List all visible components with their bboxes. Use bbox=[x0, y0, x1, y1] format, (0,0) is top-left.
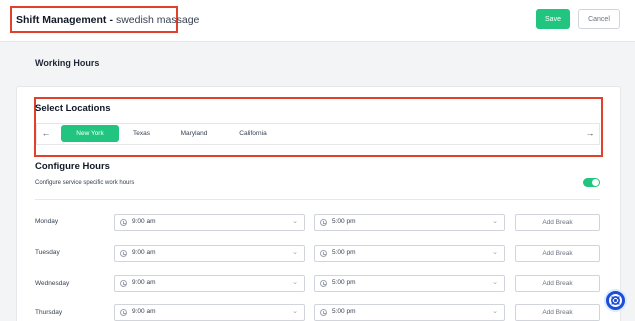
page-title-separator: - bbox=[109, 13, 113, 26]
start-time-value: 9:00 am bbox=[132, 249, 156, 256]
add-break-button-tuesday[interactable]: Add Break bbox=[515, 245, 600, 262]
day-label-wednesday: Wednesday bbox=[35, 280, 70, 287]
end-time-select-wednesday[interactable]: 5:00 pm ⌄ bbox=[314, 275, 505, 292]
add-break-button-thursday[interactable]: Add Break bbox=[515, 304, 600, 321]
start-time-select-monday[interactable]: 9:00 am ⌄ bbox=[114, 214, 305, 231]
chevron-down-icon: ⌄ bbox=[492, 308, 498, 315]
location-tab-maryland[interactable]: Maryland bbox=[171, 125, 217, 142]
toggle-knob bbox=[592, 179, 599, 186]
clock-icon bbox=[320, 219, 327, 226]
clock-icon bbox=[120, 309, 127, 316]
start-time-select-wednesday[interactable]: 9:00 am ⌄ bbox=[114, 275, 305, 292]
start-time-value: 9:00 am bbox=[132, 279, 156, 286]
clock-icon bbox=[120, 250, 127, 257]
location-tab-new-york[interactable]: New York bbox=[61, 125, 119, 142]
clock-icon bbox=[120, 219, 127, 226]
page-title: Shift Management - swedish massage bbox=[10, 6, 199, 33]
select-locations-heading: Select Locations bbox=[35, 103, 111, 114]
chevron-down-icon: ⌄ bbox=[292, 308, 298, 315]
configure-hours-heading: Configure Hours bbox=[35, 161, 110, 172]
help-chat-button[interactable] bbox=[604, 289, 627, 312]
working-hours-heading: Working Hours bbox=[35, 58, 100, 68]
chevron-down-icon: ⌄ bbox=[492, 218, 498, 225]
clock-icon bbox=[120, 280, 127, 287]
end-time-value: 5:00 pm bbox=[332, 218, 356, 225]
chevron-down-icon: ⌄ bbox=[492, 279, 498, 286]
end-time-select-monday[interactable]: 5:00 pm ⌄ bbox=[314, 214, 505, 231]
location-tab-california[interactable]: California bbox=[230, 125, 276, 142]
service-name: swedish massage bbox=[115, 13, 200, 26]
day-label-monday: Monday bbox=[35, 218, 59, 225]
end-time-value: 5:00 pm bbox=[332, 249, 356, 256]
end-time-select-tuesday[interactable]: 5:00 pm ⌄ bbox=[314, 245, 505, 262]
day-label-tuesday: Tuesday bbox=[35, 249, 60, 256]
add-break-button-monday[interactable]: Add Break bbox=[515, 214, 600, 231]
start-time-select-tuesday[interactable]: 9:00 am ⌄ bbox=[114, 245, 305, 262]
top-bar: Shift Management - swedish massage Save … bbox=[0, 0, 635, 42]
end-time-value: 5:00 pm bbox=[332, 308, 356, 315]
page-title-main: Shift Management bbox=[16, 13, 107, 26]
arrow-right-icon[interactable]: → bbox=[583, 125, 597, 141]
lifebuoy-icon bbox=[609, 294, 622, 307]
chevron-down-icon: ⌄ bbox=[292, 279, 298, 286]
configure-hours-description: Configure service specific work hours bbox=[35, 180, 135, 186]
arrow-left-icon[interactable]: ← bbox=[39, 125, 53, 141]
day-label-thursday: Thursday bbox=[35, 309, 63, 316]
clock-icon bbox=[320, 250, 327, 257]
add-break-button-wednesday[interactable]: Add Break bbox=[515, 275, 600, 292]
save-button[interactable]: Save bbox=[536, 9, 570, 29]
start-time-select-thursday[interactable]: 9:00 am ⌄ bbox=[114, 304, 305, 321]
clock-icon bbox=[320, 280, 327, 287]
chevron-down-icon: ⌄ bbox=[292, 218, 298, 225]
locations-tab-bar bbox=[36, 123, 600, 145]
divider bbox=[35, 199, 600, 200]
clock-icon bbox=[320, 309, 327, 316]
start-time-value: 9:00 am bbox=[132, 308, 156, 315]
end-time-value: 5:00 pm bbox=[332, 279, 356, 286]
chevron-down-icon: ⌄ bbox=[292, 249, 298, 256]
location-tab-texas[interactable]: Texas bbox=[123, 125, 160, 142]
start-time-value: 9:00 am bbox=[132, 218, 156, 225]
chevron-down-icon: ⌄ bbox=[492, 249, 498, 256]
end-time-select-thursday[interactable]: 5:00 pm ⌄ bbox=[314, 304, 505, 321]
service-hours-toggle[interactable] bbox=[583, 178, 600, 187]
cancel-button[interactable]: Cancel bbox=[578, 9, 620, 29]
